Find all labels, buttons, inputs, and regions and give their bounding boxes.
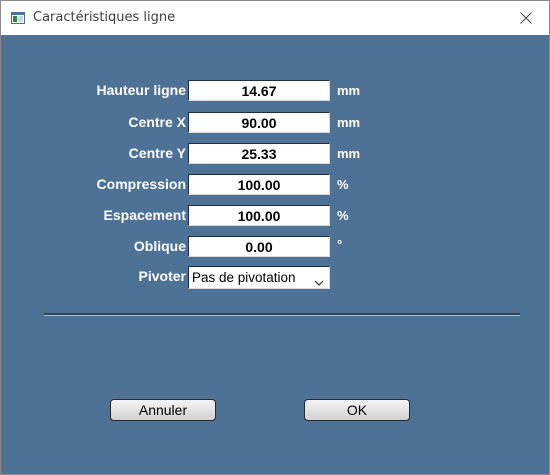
label-pivoter: Pivoter [138,268,186,284]
label-compression: Compression [96,176,186,192]
unit-centre-y: mm [337,146,361,161]
oblique-field[interactable] [188,236,330,257]
compression-field[interactable] [188,174,330,195]
chevron-down-icon [314,274,324,292]
close-button[interactable] [503,1,549,35]
unit-espacement: % [337,208,349,223]
dialog-body: Hauteur ligne mm Centre X mm Centre Y mm… [1,35,549,474]
pivoter-selected-value: Pas de pivotation [192,270,296,285]
label-oblique: Oblique [133,238,186,254]
unit-centre-x: mm [337,115,361,130]
dialog-window: Caractéristiques ligne Hauteur ligne mm … [0,0,550,475]
ok-button[interactable]: OK [304,399,410,421]
centre-x-field[interactable] [188,112,330,133]
unit-hauteur-ligne: mm [337,83,361,98]
unit-compression: % [337,177,349,192]
espacement-field[interactable] [188,205,330,226]
window-title: Caractéristiques ligne [33,10,176,25]
title-bar[interactable]: Caractéristiques ligne [1,1,549,35]
centre-y-field[interactable] [188,143,330,164]
label-espacement: Espacement [103,207,186,223]
label-centre-x: Centre X [128,114,186,130]
pivoter-select[interactable]: Pas de pivotation [188,266,330,289]
window-app-icon [11,11,25,24]
cancel-button[interactable]: Annuler [110,399,216,421]
divider [44,313,520,316]
label-hauteur-ligne: Hauteur ligne [96,82,186,98]
label-centre-y: Centre Y [128,145,186,161]
unit-oblique: ° [337,237,343,252]
close-icon [520,12,532,24]
hauteur-ligne-field[interactable] [188,80,330,101]
